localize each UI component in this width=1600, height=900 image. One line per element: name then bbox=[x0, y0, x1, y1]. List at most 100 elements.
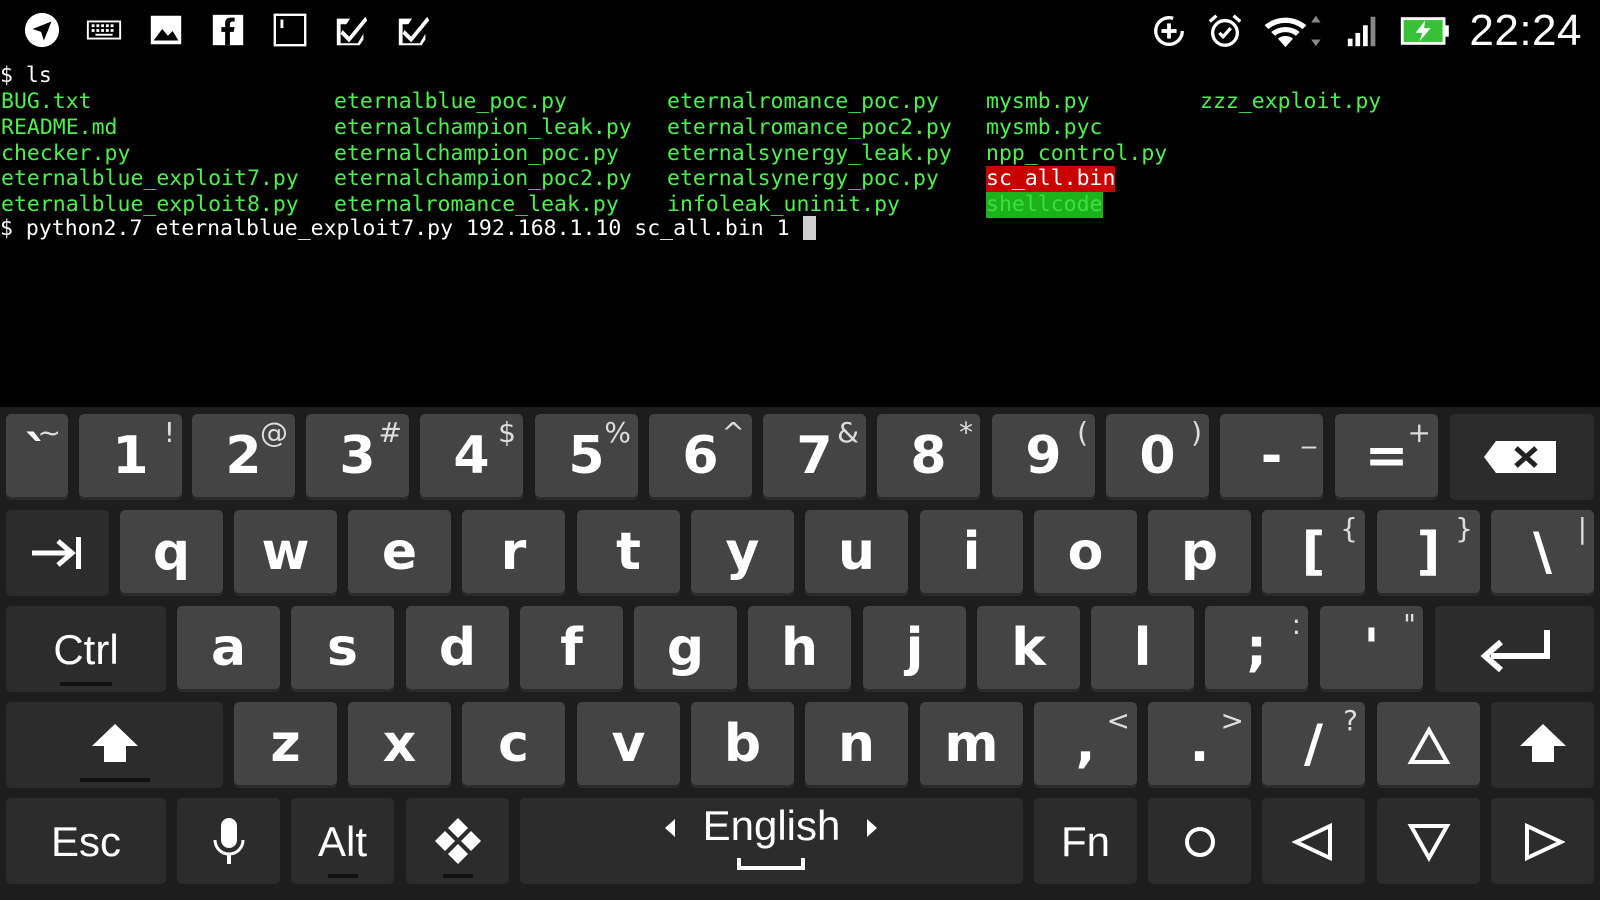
key-f[interactable]: f bbox=[520, 606, 623, 692]
key-5[interactable]: 5% bbox=[535, 414, 638, 500]
file-entry: npp_control.py bbox=[986, 141, 1168, 166]
key-/[interactable]: /? bbox=[1262, 702, 1365, 788]
key-alt-label: ^ bbox=[721, 416, 745, 449]
shift-key-right[interactable] bbox=[1491, 702, 1594, 788]
key-alt-label: + bbox=[1407, 416, 1431, 449]
file-entry: mysmb.pyc bbox=[986, 115, 1103, 140]
key-indicator bbox=[60, 682, 112, 686]
arrow-down-key[interactable] bbox=[1377, 798, 1480, 884]
key-p[interactable]: p bbox=[1148, 510, 1251, 596]
key-c[interactable]: c bbox=[462, 702, 565, 788]
key-label: i bbox=[962, 522, 981, 582]
arrow-left-key[interactable] bbox=[1262, 798, 1365, 884]
key-t[interactable]: t bbox=[577, 510, 680, 596]
key-6[interactable]: 6 ^ bbox=[649, 414, 752, 500]
key-1[interactable]: 1! bbox=[79, 414, 182, 500]
file-entry: eternalsynergy_leak.py bbox=[667, 141, 952, 166]
arrow-right-key[interactable] bbox=[1491, 798, 1594, 884]
arrow-up-key[interactable] bbox=[1377, 702, 1480, 788]
soft-keyboard: ` ~1! 2 @3 #4 $5% 6 ^ 7 & 8 * 9(0) - _ = + q w e r t y u i o p [{]}… bbox=[0, 407, 1600, 900]
key-m[interactable]: m bbox=[920, 702, 1023, 788]
battery-charging-icon bbox=[1399, 11, 1453, 51]
key-a[interactable]: a bbox=[177, 606, 280, 692]
key-3[interactable]: 3 # bbox=[306, 414, 409, 500]
key-q[interactable]: q bbox=[120, 510, 223, 596]
task-check-icon bbox=[394, 10, 434, 50]
esc-key[interactable]: Esc bbox=[6, 798, 166, 884]
terminal-icon bbox=[270, 10, 310, 50]
command-line[interactable]: $ python2.7 eternalblue_exploit7.py 192.… bbox=[0, 216, 816, 242]
microphone-key[interactable] bbox=[177, 798, 280, 884]
key-n[interactable]: n bbox=[805, 702, 908, 788]
tab-key[interactable] bbox=[6, 510, 109, 596]
key-alt-label: < bbox=[1106, 704, 1130, 737]
key-][interactable]: ]} bbox=[1377, 510, 1480, 596]
backspace-key[interactable] bbox=[1450, 414, 1594, 500]
key-label: c bbox=[498, 714, 529, 774]
send-icon bbox=[22, 10, 62, 50]
file-entry: README.md bbox=[1, 115, 118, 140]
key-label: t bbox=[616, 522, 641, 582]
key-label: b bbox=[723, 714, 762, 774]
arrow-home-key[interactable] bbox=[1148, 798, 1251, 884]
key-11[interactable]: - _ bbox=[1220, 414, 1323, 500]
key-4[interactable]: 4 $ bbox=[420, 414, 523, 500]
key-k[interactable]: k bbox=[977, 606, 1080, 692]
key-l[interactable]: l bbox=[1091, 606, 1194, 692]
key-h[interactable]: h bbox=[748, 606, 851, 692]
key-j[interactable]: j bbox=[863, 606, 966, 692]
key-x[interactable]: x bbox=[348, 702, 451, 788]
key-.[interactable]: . > bbox=[1148, 702, 1251, 788]
key-alt-label: ( bbox=[1077, 416, 1088, 449]
windows-key[interactable] bbox=[406, 798, 509, 884]
key-;[interactable]: ;: bbox=[1205, 606, 1308, 692]
key-,[interactable]: , < bbox=[1034, 702, 1137, 788]
key-\[interactable]: \ | bbox=[1491, 510, 1594, 596]
key-i[interactable]: i bbox=[920, 510, 1023, 596]
file-entry: shellcode bbox=[986, 192, 1103, 218]
key-d[interactable]: d bbox=[406, 606, 509, 692]
key-8[interactable]: 8 * bbox=[877, 414, 980, 500]
key-alt-label: ) bbox=[1191, 416, 1202, 449]
fn-key[interactable]: Fn bbox=[1034, 798, 1137, 884]
prompt-line: $ ls bbox=[0, 63, 52, 88]
key-r[interactable]: r bbox=[462, 510, 565, 596]
key-12[interactable]: = + bbox=[1335, 414, 1438, 500]
key-u[interactable]: u bbox=[805, 510, 908, 596]
alarm-icon bbox=[1205, 11, 1245, 51]
key-label: j bbox=[905, 618, 924, 678]
terminal-output[interactable]: $ ls BUG.txt eternalblue_poc.py eternalrom… bbox=[0, 62, 1600, 407]
key-e[interactable]: e bbox=[348, 510, 451, 596]
key-0[interactable]: ` ~ bbox=[6, 414, 68, 500]
key-g[interactable]: g bbox=[634, 606, 737, 692]
status-bar: 22:24 bbox=[0, 0, 1600, 62]
shift-key-left[interactable] bbox=[6, 702, 223, 788]
key-7[interactable]: 7 & bbox=[763, 414, 866, 500]
key-'[interactable]: ' " bbox=[1320, 606, 1423, 692]
key-y[interactable]: y bbox=[691, 510, 794, 596]
spacebar-language-key[interactable]: English bbox=[520, 798, 1023, 884]
alt-key[interactable]: Alt bbox=[291, 798, 394, 884]
key-b[interactable]: b bbox=[691, 702, 794, 788]
enter-key[interactable] bbox=[1435, 606, 1594, 692]
key-v[interactable]: v bbox=[577, 702, 680, 788]
key-[[interactable]: [{ bbox=[1262, 510, 1365, 596]
key-w[interactable]: w bbox=[234, 510, 337, 596]
file-entry: eternalblue_exploit7.py bbox=[1, 166, 299, 191]
key-z[interactable]: z bbox=[234, 702, 337, 788]
key-10[interactable]: 0) bbox=[1106, 414, 1209, 500]
key-label: d bbox=[438, 618, 477, 678]
file-entry: sc_all.bin bbox=[986, 166, 1116, 192]
key-9[interactable]: 9( bbox=[992, 414, 1095, 500]
key-label: g bbox=[666, 618, 705, 678]
key-label: s bbox=[327, 618, 358, 678]
key-label: u bbox=[837, 522, 876, 582]
notification-icons bbox=[22, 8, 434, 52]
key-alt-label: } bbox=[1455, 512, 1473, 545]
key-s[interactable]: s bbox=[291, 606, 394, 692]
ctrl-key[interactable]: Ctrl bbox=[6, 606, 166, 692]
key-label: z bbox=[270, 714, 301, 774]
key-2[interactable]: 2 @ bbox=[192, 414, 295, 500]
key-o[interactable]: o bbox=[1034, 510, 1137, 596]
key-label: p bbox=[1180, 522, 1219, 582]
